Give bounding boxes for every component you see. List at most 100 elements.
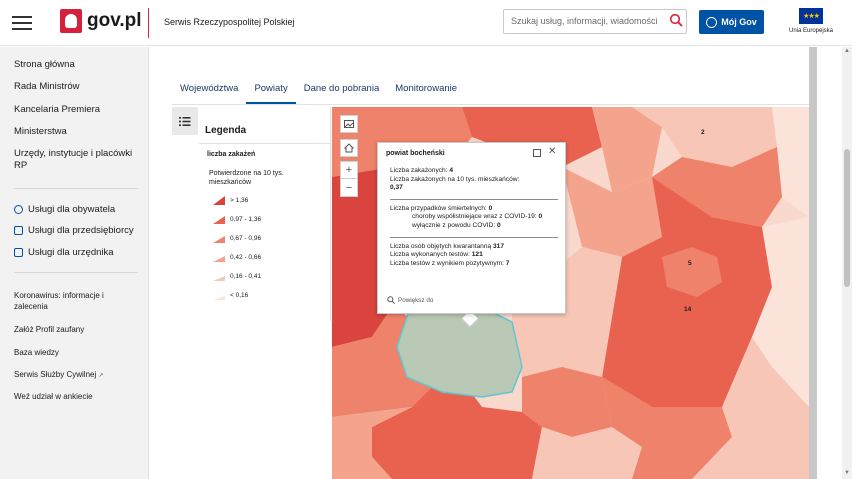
page: gov.pl Serwis Rzeczypospolitej Polskiej … — [0, 0, 852, 479]
tab-downloads[interactable]: Dane do pobrania — [296, 80, 388, 104]
zoom-out-button[interactable]: − — [340, 179, 358, 197]
legend-item-label: < 0,16 — [230, 292, 249, 299]
popup-title: powiat bocheński — [386, 150, 445, 157]
sidebar: Strona główna Rada Ministrów Kancelaria … — [0, 47, 149, 479]
sidebar-separator — [14, 188, 138, 189]
user-circle-icon — [706, 16, 718, 28]
sidebar-item-ministries[interactable]: Ministerstwa — [14, 126, 67, 137]
close-icon[interactable]: ✕ — [548, 146, 556, 158]
tab-voivodeships[interactable]: Województwa — [172, 80, 246, 104]
zoom-in-button[interactable]: + — [340, 161, 358, 179]
popup-row: Liczba wykonanych testów: 121 — [390, 251, 483, 259]
legend-item: < 0,16 — [213, 291, 248, 300]
legend-item: 0,67 - 0,96 — [213, 234, 261, 243]
tab-counties[interactable]: Powiaty — [246, 80, 296, 104]
external-link-icon: ↗ — [98, 373, 104, 379]
minus-icon: − — [345, 181, 353, 194]
sidebar-item-trusted-profile[interactable]: Załóż Profil zaufany — [14, 325, 84, 334]
legend-item-label: 0,42 - 0,66 — [230, 254, 262, 261]
briefcase-icon — [14, 226, 23, 235]
my-gov-label: Mój Gov — [721, 17, 757, 27]
gov-logo[interactable]: gov.pl — [60, 9, 142, 33]
legend-item-label: 0,16 - 0,41 — [230, 273, 262, 280]
site-header: gov.pl Serwis Rzeczypospolitej Polskiej … — [0, 0, 852, 46]
map-home-button[interactable] — [340, 139, 358, 157]
zoom-to-label: Powiększ do — [398, 296, 434, 304]
popup-row: wyłącznie z powodu COVID: 0 — [412, 221, 501, 229]
popup-content: Liczba zakażonych: 4 Liczba zakażonych n… — [390, 167, 558, 268]
sidebar-item-official-services[interactable]: Usługi dla urzędnika — [14, 247, 114, 258]
sidebar-separator — [14, 272, 138, 273]
zoom-icon — [387, 296, 395, 304]
legend-swatch — [213, 296, 225, 300]
popup-separator — [390, 231, 558, 238]
popup-row: Liczba zakażonych: 4 — [390, 167, 454, 174]
sidebar-item-home[interactable]: Strona główna — [14, 59, 75, 70]
scroll-down-icon[interactable]: ▼ — [844, 470, 850, 476]
page-scrollbar[interactable]: ▲ ▼ — [842, 47, 852, 479]
list-icon — [179, 116, 191, 126]
user-icon — [14, 205, 23, 214]
plus-icon: + — [345, 164, 353, 176]
search-input[interactable]: Szukaj usług, informacji, wiadomości — [503, 9, 687, 34]
popup-separator — [390, 193, 558, 200]
popup-row: Liczba przypadków śmiertelnych: 0 — [390, 204, 493, 212]
legend-item-label: > 1,36 — [230, 197, 249, 204]
legend-swatch — [213, 236, 225, 243]
service-name: Serwis Rzeczypospolitej Polskiej — [164, 17, 295, 27]
county-popup: powiat bocheński ✕ Liczba zakażonych: 4 … — [377, 142, 566, 314]
scroll-up-icon[interactable]: ▲ — [844, 48, 850, 54]
map-label: 14 — [684, 306, 692, 313]
my-gov-button[interactable]: Mój Gov — [699, 10, 764, 34]
sidebar-item-label: Usługi dla przedsiębiorcy — [28, 225, 134, 236]
menu-icon[interactable] — [12, 13, 32, 33]
sidebar-item-citizen-services[interactable]: Usługi dla obywatela — [14, 204, 115, 215]
legend-item-label: 0,97 - 1,36 — [230, 216, 262, 223]
map-label: 5 — [688, 260, 692, 267]
sidebar-item-label: Usługi dla obywatela — [28, 204, 116, 215]
header-divider — [148, 8, 149, 38]
home-icon — [344, 143, 354, 153]
legend-separator — [199, 143, 331, 144]
legend-toggle-button[interactable] — [172, 107, 198, 135]
map-frame-scrollbar[interactable] — [809, 47, 817, 479]
legend-item: 0,42 - 0,66 — [213, 253, 261, 262]
zoom-to-link[interactable]: Powiększ do — [387, 296, 433, 304]
page-scrollbar-thumb[interactable] — [844, 149, 850, 287]
sidebar-item-civil-service[interactable]: Serwis Służby Cywilnej ↗ — [14, 370, 104, 379]
legend-item: 0,16 - 0,41 — [213, 272, 261, 281]
popup-row: Liczba osób objętych kwarantanną 317 — [390, 242, 505, 250]
sidebar-item-coronavirus[interactable]: Koronawirus: informacje i zalecenia — [14, 290, 124, 312]
legend-item: > 1,36 — [213, 196, 248, 205]
popup-value: 0,37 — [390, 184, 403, 192]
legend-item: 0,97 - 1,36 — [213, 215, 261, 224]
search-icon[interactable] — [669, 13, 683, 27]
legend-swatch — [213, 276, 225, 281]
tab-monitoring[interactable]: Monitorowanie — [387, 80, 465, 104]
legend-swatch — [213, 216, 225, 224]
map-basemap-button[interactable] — [340, 115, 358, 133]
logo-text: gov.pl — [87, 10, 142, 31]
popup-row: Liczba testów z wynikiem pozytywnym: 7 — [390, 259, 510, 267]
sidebar-item-institutions[interactable]: Urzędy, instytucje i placówki RP — [14, 148, 134, 172]
tab-bar: Województwa Powiaty Dane do pobrania Mon… — [172, 80, 465, 104]
legend-layer-name: liczba zakażeń — [207, 151, 256, 158]
eu-label: Unia Europejska — [788, 28, 834, 34]
legend-subtitle: Potwierdzone na 10 tys. mieszkańców — [209, 170, 284, 186]
sidebar-item-council[interactable]: Rada Ministrów — [14, 81, 79, 92]
sidebar-item-knowledge-base[interactable]: Baza wiedzy — [14, 348, 59, 357]
laptop-icon — [14, 248, 23, 257]
sidebar-item-business-services[interactable]: Usługi dla przedsiębiorcy — [14, 225, 134, 236]
maximize-icon[interactable] — [533, 149, 541, 157]
eagle-emblem-icon — [60, 9, 82, 33]
sidebar-item-label: Serwis Służby Cywilnej — [14, 370, 97, 379]
popup-row: choroby współistniejące wraz z COVID-19:… — [412, 213, 543, 221]
legend-swatch — [213, 196, 225, 205]
eu-logo: ★★★ Unia Europejska — [788, 8, 834, 34]
sidebar-item-label: Usługi dla urzędnika — [28, 247, 114, 258]
scrollbar-thumb[interactable] — [809, 47, 817, 479]
sidebar-item-survey[interactable]: Weź udział w ankiecie — [14, 392, 93, 401]
sidebar-item-chancellery[interactable]: Kancelaria Premiera — [14, 104, 100, 115]
legend-panel: Legenda liczba zakażeń Potwierdzone na 1… — [199, 107, 331, 321]
image-icon — [344, 120, 354, 128]
